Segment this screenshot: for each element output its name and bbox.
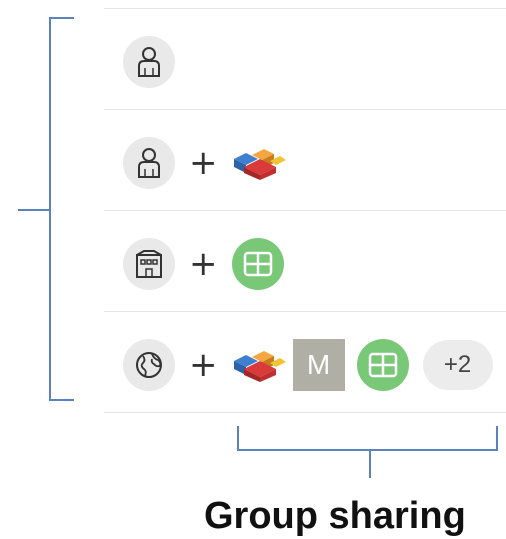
more-count-badge[interactable]: +2 xyxy=(422,340,493,390)
plus-sign: + xyxy=(189,345,218,385)
plus-sign: + xyxy=(189,244,218,284)
left-bracket xyxy=(18,17,74,401)
letter-avatar: M xyxy=(292,339,345,391)
bricks-app-icon xyxy=(232,345,286,385)
bottom-bracket xyxy=(237,426,498,478)
person-icon xyxy=(123,137,175,189)
list-item-everyone-groups: + M +2 xyxy=(104,311,506,413)
list-item-person xyxy=(104,8,506,109)
group-grid-icon xyxy=(231,238,284,290)
person-icon xyxy=(123,36,175,88)
plus-sign: + xyxy=(189,143,218,183)
building-icon xyxy=(123,238,175,290)
group-grid-icon xyxy=(356,339,409,391)
bricks-app-icon xyxy=(232,143,286,183)
list-item-person-app: + xyxy=(104,109,506,210)
list-item-organization-group: + xyxy=(104,210,506,311)
sharing-scope-list: + + + M +2 xyxy=(104,8,506,413)
caption-label: Group sharing xyxy=(204,495,466,537)
globe-icon xyxy=(123,339,175,391)
